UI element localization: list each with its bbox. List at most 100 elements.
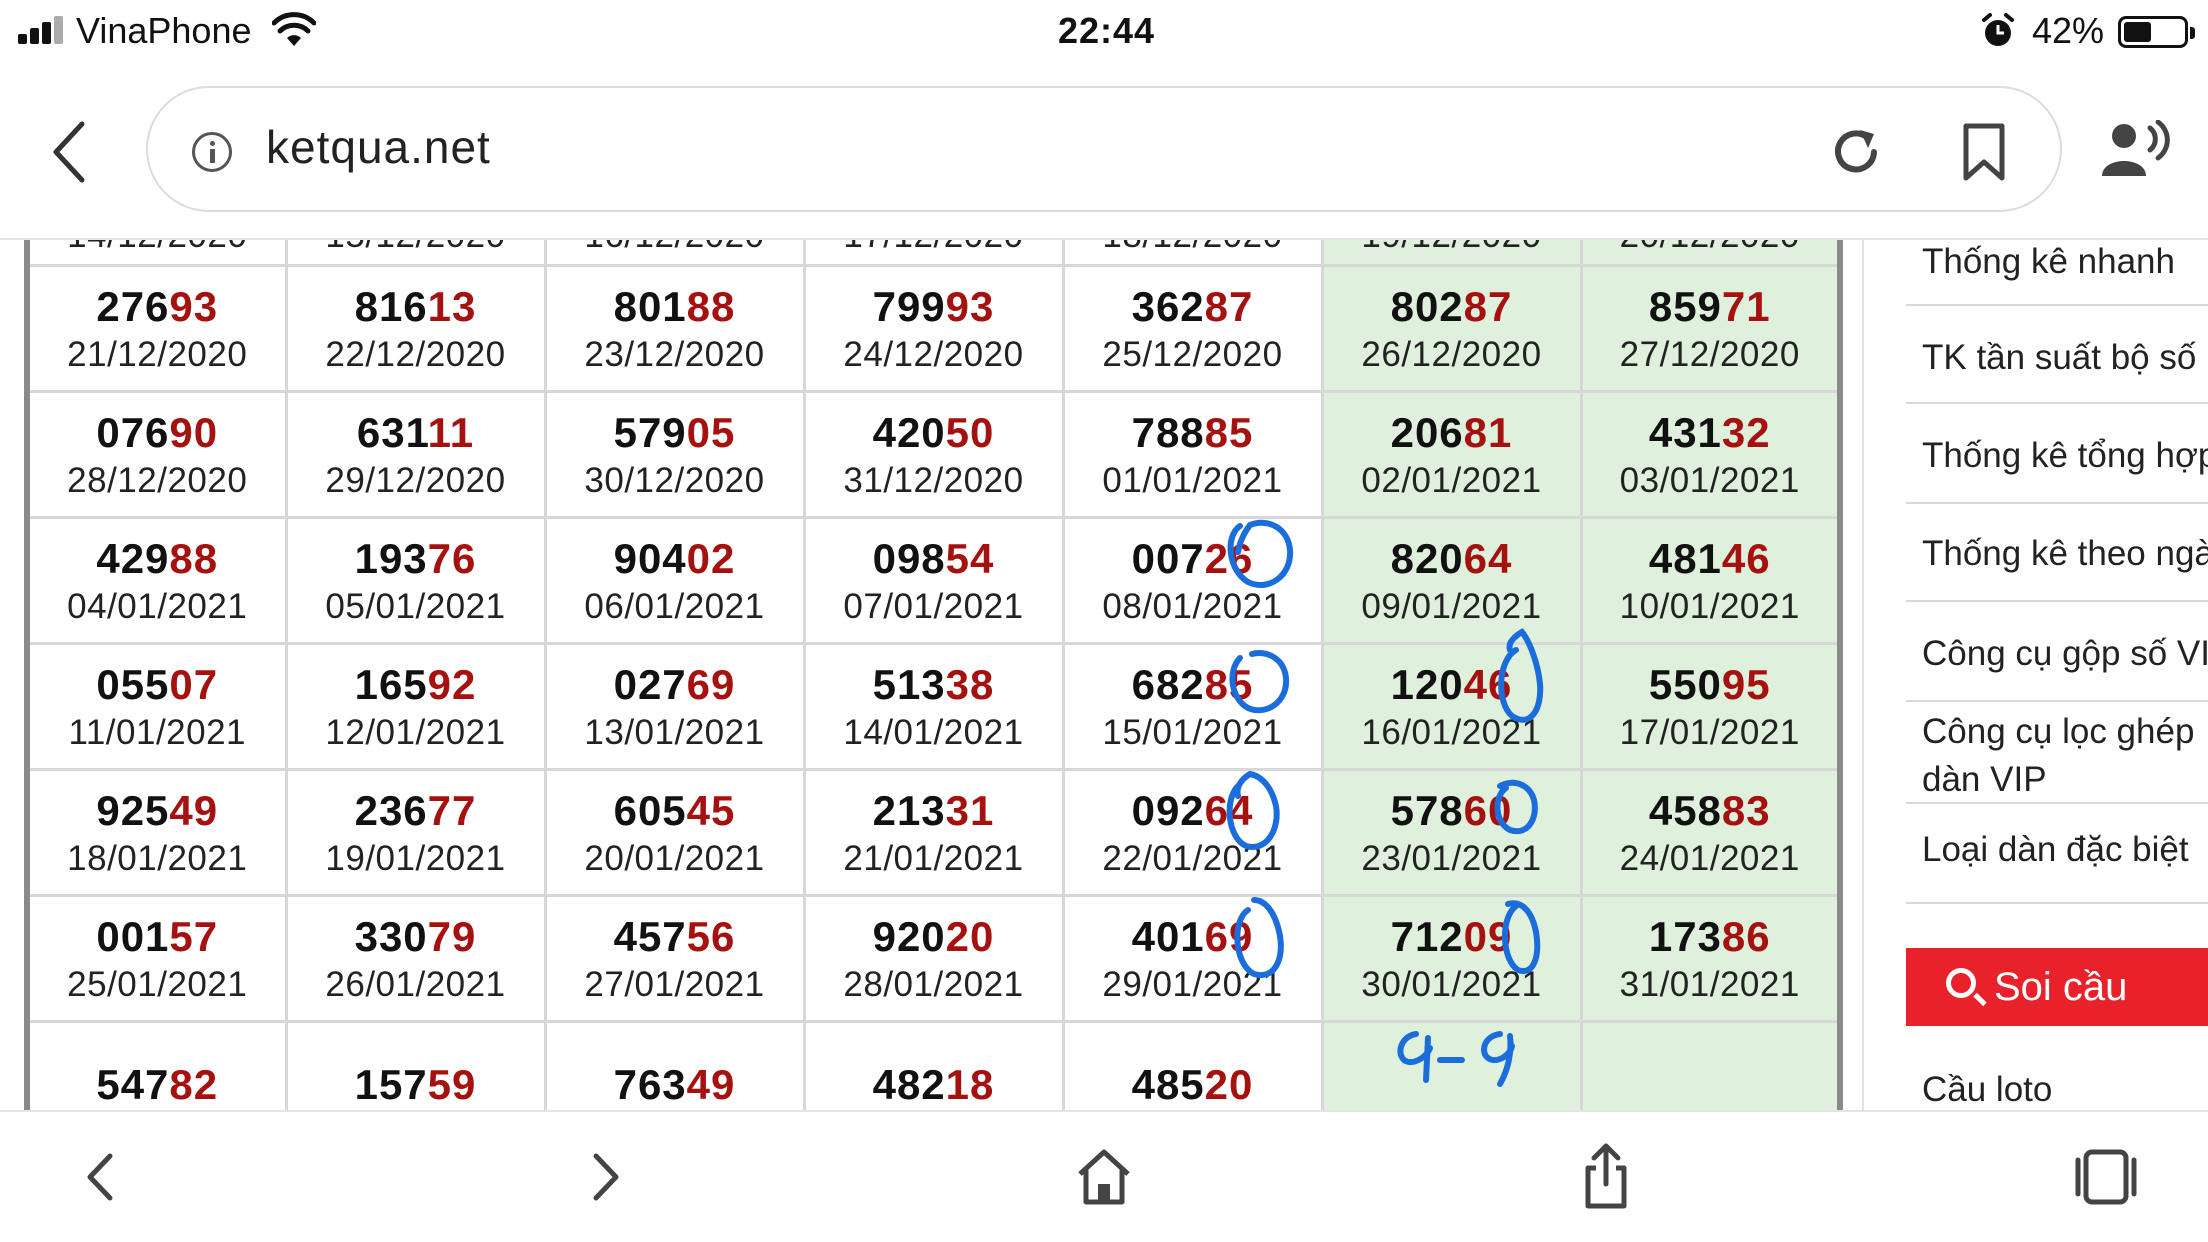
sidebar-item-cau-loto[interactable]: Cầu loto	[1906, 1048, 2208, 1110]
result-number-tail: 69	[686, 660, 736, 708]
table-cell: 40169 29/01/2021	[1061, 894, 1324, 1023]
reload-icon[interactable]	[1828, 124, 1884, 180]
result-number-tail: 82	[169, 1060, 219, 1108]
tabs-icon[interactable]	[2066, 1142, 2146, 1212]
cell-date: 20/12/2020	[1583, 240, 1838, 258]
result-number-tail: 90	[169, 408, 219, 456]
voice-icon[interactable]	[2096, 120, 2176, 180]
soi-cau-button[interactable]: Soi cầu	[1906, 948, 2208, 1026]
cell-date: 25/01/2021	[67, 964, 248, 1004]
url-field[interactable]: ketqua.net	[146, 86, 2062, 212]
result-number: 07690	[30, 407, 285, 459]
result-number-head: 001	[96, 912, 170, 960]
result-number: 48146	[1583, 533, 1838, 585]
result-number-head: 482	[872, 1060, 946, 1108]
sidebar-item-thong-ke-tong-hop[interactable]: Thống kê tổng hợp	[1906, 404, 2208, 504]
result-number-tail: 20	[1204, 1060, 1254, 1108]
result-number-tail: 57	[169, 912, 219, 960]
table-cell: 17386 31/01/2021	[1579, 894, 1842, 1023]
result-number-head: 027	[613, 660, 687, 708]
cell-date: 27/12/2020	[1619, 334, 1800, 374]
back-icon[interactable]	[62, 1142, 142, 1212]
cell-date: 26/01/2021	[325, 964, 506, 1004]
carrier-name: VinaPhone	[76, 10, 252, 51]
table-row: 07690 28/12/2020 63111 29/12/2020 57905 30/12…	[25, 390, 1842, 519]
back-chevron-icon[interactable]	[42, 112, 102, 192]
sidebar-item-loai-dan-dac-biet[interactable]: Loại dàn đặc biệt	[1906, 804, 2208, 904]
cell-date: 05/01/2021	[325, 586, 506, 626]
cell-date: 24/01/2021	[1619, 838, 1800, 878]
result-number: 19376	[288, 533, 544, 585]
result-number-head: 801	[613, 282, 687, 330]
signal-icon	[18, 14, 66, 44]
result-number: 27693	[30, 281, 285, 333]
alarm-icon	[1982, 13, 2014, 46]
result-number-tail: 69	[1204, 912, 1254, 960]
result-number-head: 206	[1390, 408, 1464, 456]
result-number-tail: 32	[1721, 408, 1771, 456]
table-cell: 09264 22/01/2021	[1061, 768, 1324, 897]
cell-date: 09/01/2021	[1361, 586, 1542, 626]
cell-date: 06/01/2021	[584, 586, 765, 626]
result-number-tail: 83	[1721, 786, 1771, 834]
cell-date: 30/12/2020	[584, 460, 765, 500]
info-icon[interactable]	[192, 132, 232, 172]
cell-date: 16/01/2021	[1361, 712, 1542, 752]
sidebar-item-tk-tan-suat[interactable]: TK tần suất bộ số	[1906, 306, 2208, 404]
table-cell: 09854 07/01/2021	[802, 516, 1065, 645]
table-cell: 02769 13/01/2021	[543, 642, 806, 771]
result-number: 63111	[288, 407, 544, 459]
result-number-head: 362	[1131, 282, 1205, 330]
result-number: 82064	[1324, 533, 1580, 585]
result-number-head: 920	[872, 912, 946, 960]
home-icon[interactable]	[1064, 1142, 1144, 1212]
cell-date: 19/01/2021	[325, 838, 506, 878]
sidebar-item-thong-ke-nhanh[interactable]: Thống kê nhanh	[1906, 240, 2208, 306]
result-number-head: 799	[872, 282, 946, 330]
result-number: 00726	[1065, 533, 1321, 585]
url-text[interactable]: ketqua.net	[266, 120, 491, 174]
result-number-tail: 50	[945, 408, 995, 456]
bookmark-icon[interactable]	[1960, 122, 2008, 182]
cell-date: 24/12/2020	[843, 334, 1024, 374]
result-number-tail: 60	[1463, 786, 1513, 834]
result-number-tail: 26	[1204, 534, 1254, 582]
result-number: 40169	[1065, 911, 1321, 963]
cell-date: 11/01/2021	[68, 712, 247, 752]
table-row: 92549 18/01/2021 23677 19/01/2021 60545 20/01…	[25, 768, 1842, 897]
table-cell: 18/12/2020	[1061, 240, 1324, 267]
result-number-tail: 85	[1204, 408, 1254, 456]
result-number-head: 098	[872, 534, 946, 582]
share-icon[interactable]	[1566, 1142, 1646, 1212]
result-number-head: 605	[613, 786, 687, 834]
result-number-tail: 05	[686, 408, 736, 456]
table-cell: 43132 03/01/2021	[1579, 390, 1842, 519]
forward-icon[interactable]	[564, 1142, 644, 1212]
result-number-tail: 86	[1721, 912, 1771, 960]
sidebar-item-thong-ke-theo-ngay[interactable]: Thống kê theo ngày	[1906, 504, 2208, 602]
table-cell	[1320, 1020, 1583, 1110]
result-number-head: 120	[1390, 660, 1464, 708]
cell-date: 13/01/2021	[584, 712, 765, 752]
cell-date: 27/01/2021	[584, 964, 765, 1004]
result-number-tail: 95	[1721, 660, 1771, 708]
result-number-head: 578	[1390, 786, 1464, 834]
sidebar-item-label: Cầu loto	[1922, 1070, 2053, 1109]
sidebar-item-cong-cu-gop-so[interactable]: Công cụ gộp số VIP	[1906, 602, 2208, 702]
result-number-tail: 76	[427, 534, 477, 582]
table-cell: 78885 01/01/2021	[1061, 390, 1324, 519]
page-content: 14/12/2020 15/12/2020 16/12/2020 17/12/2…	[0, 240, 2208, 1110]
result-number-head: 330	[354, 912, 428, 960]
table-cell: 80287 26/12/2020	[1320, 264, 1583, 393]
result-number: 02769	[547, 659, 803, 711]
result-number: 36287	[1065, 281, 1321, 333]
table-cell: 16592 12/01/2021	[284, 642, 547, 771]
table-cell: 20/12/2020	[1579, 240, 1842, 267]
result-number: 48218	[806, 1059, 1062, 1111]
result-number: 92020	[806, 911, 1062, 963]
table-row: 14/12/2020 15/12/2020 16/12/2020 17/12/2…	[25, 240, 1842, 267]
table-row: 42988 04/01/2021 19376 05/01/2021 90402 06/01…	[25, 516, 1842, 645]
table-cell: 51338 14/01/2021	[802, 642, 1065, 771]
result-number: 20681	[1324, 407, 1580, 459]
sidebar-item-cong-cu-loc-ghep[interactable]: Công cụ lọc ghép dàn VIP	[1906, 702, 2208, 804]
